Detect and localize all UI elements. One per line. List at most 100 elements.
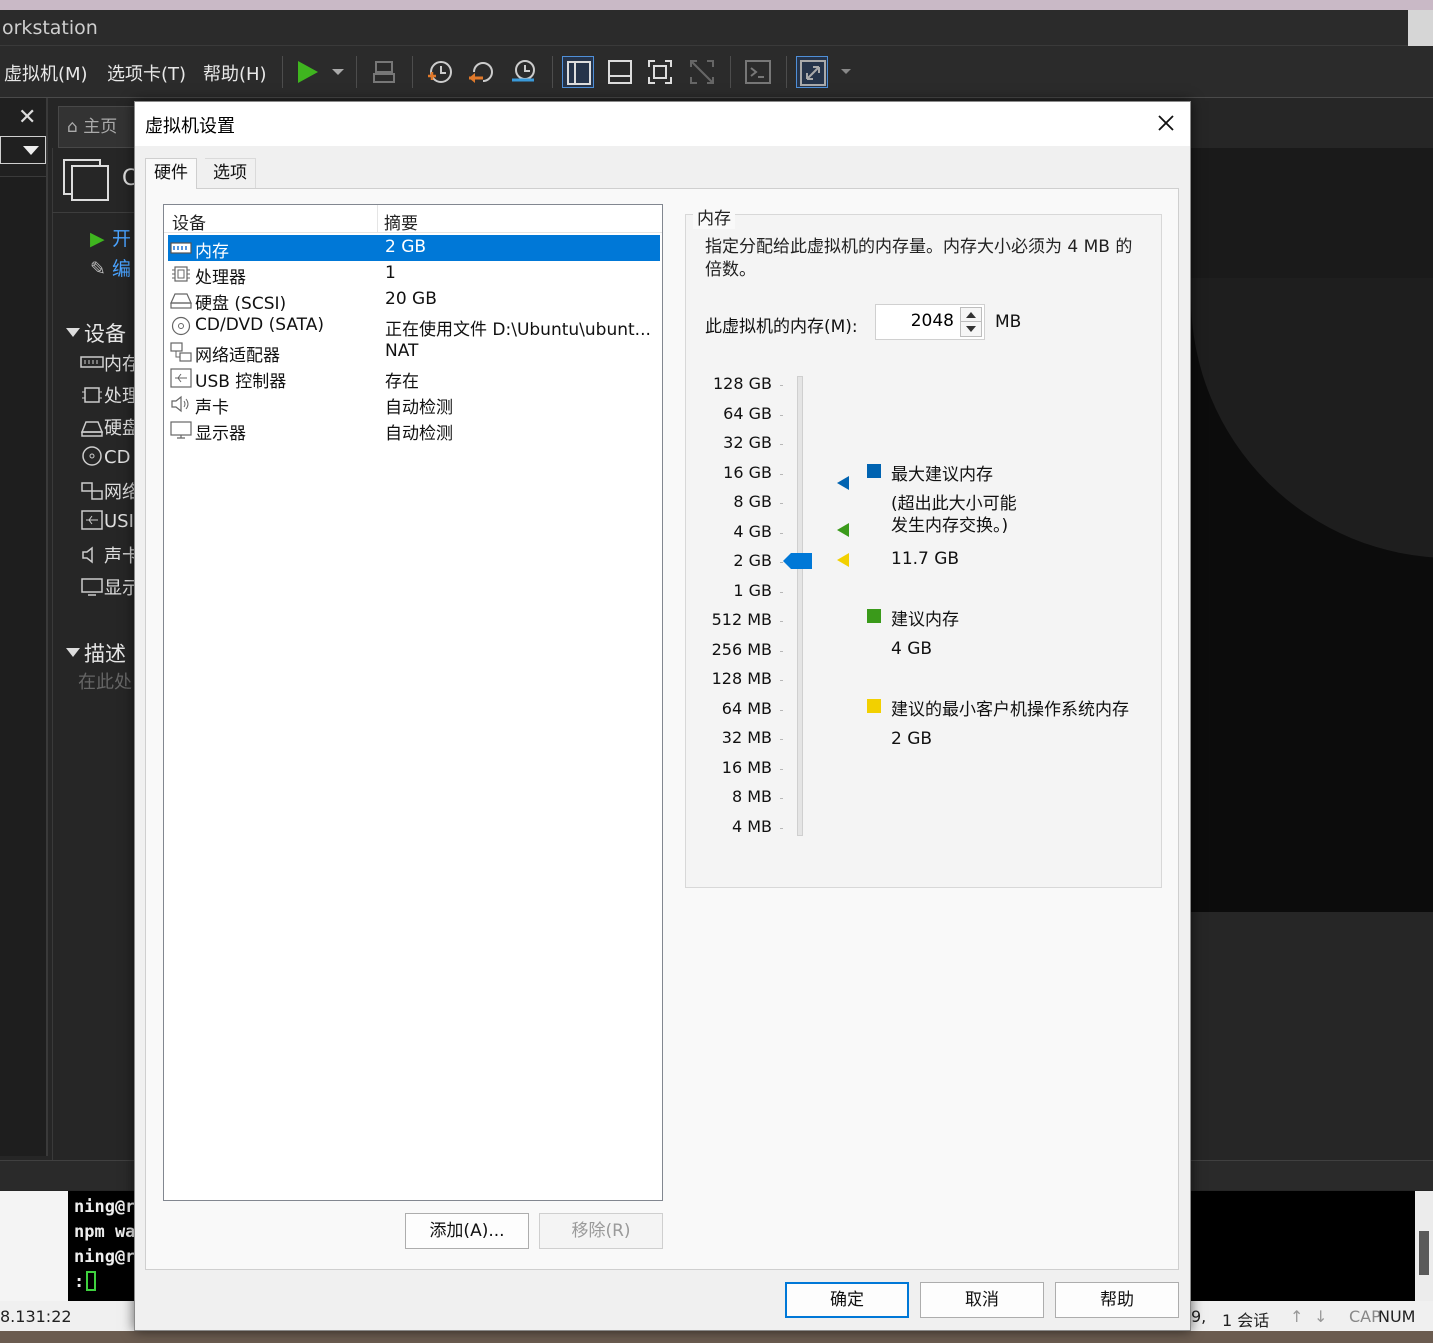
device-summary: 1 <box>385 263 396 283</box>
menu-tabs[interactable]: 选项卡(T) <box>107 60 186 86</box>
memory-scale-tick <box>780 709 783 711</box>
max-recommended-swatch <box>867 464 881 478</box>
device-row-harddisk[interactable]: 硬盘 (SCSI) 20 GB <box>168 287 660 314</box>
cpu-icon <box>170 264 192 284</box>
revert-snapshot-icon[interactable] <box>466 56 498 88</box>
terminal[interactable]: ning@r npm wa ning@r : <box>68 1191 138 1301</box>
window-title: orkstation <box>0 10 1408 46</box>
tab-hardware[interactable]: 硬件 <box>145 158 197 189</box>
vm-device-memory[interactable]: 内存 <box>80 350 140 376</box>
vm-device-sound[interactable]: 声卡 <box>80 542 140 568</box>
vm-device-usb[interactable]: USI <box>80 510 134 532</box>
library-search-dropdown[interactable] <box>0 136 46 164</box>
memory-scale-tick <box>780 473 783 475</box>
memory-size-spinbox[interactable]: 2048 <box>875 304 985 340</box>
stretch-guest-icon[interactable] <box>796 56 828 88</box>
network-icon <box>170 342 192 362</box>
min-guest-title: 建议的最小客户机操作系统内存 <box>891 700 1129 720</box>
memory-scale-tick <box>780 591 783 593</box>
send-keys-icon[interactable] <box>368 56 400 88</box>
memory-scale-tick <box>780 621 783 622</box>
power-on-icon[interactable] <box>292 56 324 88</box>
unity-icon[interactable] <box>686 56 718 88</box>
memory-group-title: 内存 <box>693 204 735 229</box>
tab-options[interactable]: 选项 <box>205 158 256 188</box>
console-header <box>1191 148 1433 278</box>
device-list[interactable]: 设备 摘要 内存 2 GB 处理器 1 硬盘 (SCSI) 20 GB CD/D… <box>163 204 663 1201</box>
edit-settings-link[interactable]: ✎ 编 <box>90 254 131 281</box>
device-list-header: 设备 摘要 <box>164 205 662 234</box>
memory-scale-tick <box>780 650 783 652</box>
vm-settings-dialog: 虚拟机设置 硬件 选项 设备 摘要 内存 2 GB 处理器 1 硬盘 (SCSI… <box>134 101 1191 1331</box>
desktop-strip <box>0 1331 1433 1343</box>
device-row-memory[interactable]: 内存 2 GB <box>168 235 660 262</box>
terminal-margin <box>0 1191 68 1301</box>
console-graphic <box>1191 278 1433 558</box>
dialog-title-bar[interactable]: 虚拟机设置 <box>135 102 1190 146</box>
menu-vm[interactable]: 虚拟机(M) <box>4 60 88 86</box>
column-divider[interactable] <box>377 205 378 233</box>
toolbar-separator <box>730 56 731 88</box>
scrollbar-thumb[interactable] <box>1419 1231 1429 1275</box>
spin-up-icon[interactable] <box>961 308 981 322</box>
device-name: USB 控制器 <box>195 372 287 392</box>
thumbnail-bar-icon[interactable] <box>604 56 636 88</box>
help-button[interactable]: 帮助 <box>1055 1282 1179 1318</box>
description-section-header[interactable]: 描述 <box>66 638 126 668</box>
remove-device-button[interactable]: 移除(R) <box>539 1213 663 1249</box>
max-recommended-note: (超出此大小可能 发生内存交换。) <box>891 494 1017 536</box>
devices-section-header[interactable]: 设备 <box>66 318 126 348</box>
close-icon[interactable] <box>1151 108 1181 138</box>
vm-device-label: CD <box>104 447 131 468</box>
spin-down-icon[interactable] <box>961 322 981 336</box>
speaker-icon <box>80 545 104 565</box>
memory-scale-label: 1 GB <box>733 580 772 600</box>
memory-slider-thumb[interactable] <box>783 552 813 570</box>
memory-description: 指定分配给此虚拟机的内存量。内存大小必须为 4 MB 的倍数。 <box>705 237 1133 280</box>
tab-home[interactable]: ⌂ 主页 <box>58 106 138 148</box>
cancel-button[interactable]: 取消 <box>920 1282 1044 1318</box>
library-tree <box>0 176 46 1156</box>
menu-help[interactable]: 帮助(H) <box>203 60 267 86</box>
vm-device-cdrom[interactable]: CD <box>80 446 130 468</box>
device-summary: 20 GB <box>385 289 437 309</box>
device-row-display[interactable]: 显示器 自动检测 <box>168 417 660 444</box>
console-icon[interactable] <box>742 56 774 88</box>
power-on-link[interactable]: ▶ 开 <box>90 224 131 251</box>
memory-scale-tick <box>780 444 783 445</box>
description-hint[interactable]: 在此处 <box>78 668 132 694</box>
device-summary: 存在 <box>385 372 419 392</box>
show-library-icon[interactable] <box>562 56 594 88</box>
vm-device-harddisk[interactable]: 硬盘 <box>80 414 140 440</box>
toolbar-separator <box>552 56 553 88</box>
vm-device-display[interactable]: 显示 <box>80 574 140 600</box>
terminal-scrollbar[interactable] <box>1415 1191 1433 1301</box>
device-row-network[interactable]: 网络适配器 NAT <box>168 339 660 366</box>
power-dropdown-icon[interactable] <box>322 56 344 88</box>
memory-scale-tick <box>780 532 783 534</box>
snapshot-icon[interactable] <box>424 56 456 88</box>
device-row-cdrom[interactable]: CD/DVD (SATA) 正在使用文件 D:\Ubuntu\ubunt... <box>168 313 660 340</box>
home-tab-label: 主页 <box>83 117 118 137</box>
memory-slider-track[interactable] <box>797 376 803 836</box>
ok-button[interactable]: 确定 <box>785 1282 909 1318</box>
vm-device-cpu[interactable]: 处理 <box>80 382 140 408</box>
vm-device-network[interactable]: 网络 <box>80 478 140 504</box>
fullscreen-icon[interactable] <box>644 56 676 88</box>
device-summary: NAT <box>385 341 419 361</box>
column-header-device[interactable]: 设备 <box>172 209 206 234</box>
device-name: 显示器 <box>195 424 246 444</box>
stretch-dropdown-icon[interactable] <box>830 56 851 88</box>
recommended-swatch <box>867 609 881 623</box>
column-header-summary[interactable]: 摘要 <box>384 209 418 234</box>
memory-size-value[interactable]: 2048 <box>911 311 954 331</box>
snapshot-manager-icon[interactable] <box>508 56 540 88</box>
device-row-usb[interactable]: USB 控制器 存在 <box>168 365 660 392</box>
toolbar-separator <box>282 56 283 88</box>
device-row-cpu[interactable]: 处理器 1 <box>168 261 660 288</box>
add-device-button[interactable]: 添加(A)... <box>405 1213 529 1249</box>
speaker-icon <box>170 394 192 414</box>
close-icon[interactable]: ✕ <box>18 105 36 130</box>
device-row-sound[interactable]: 声卡 自动检测 <box>168 391 660 418</box>
toolbar-separator <box>786 56 787 88</box>
